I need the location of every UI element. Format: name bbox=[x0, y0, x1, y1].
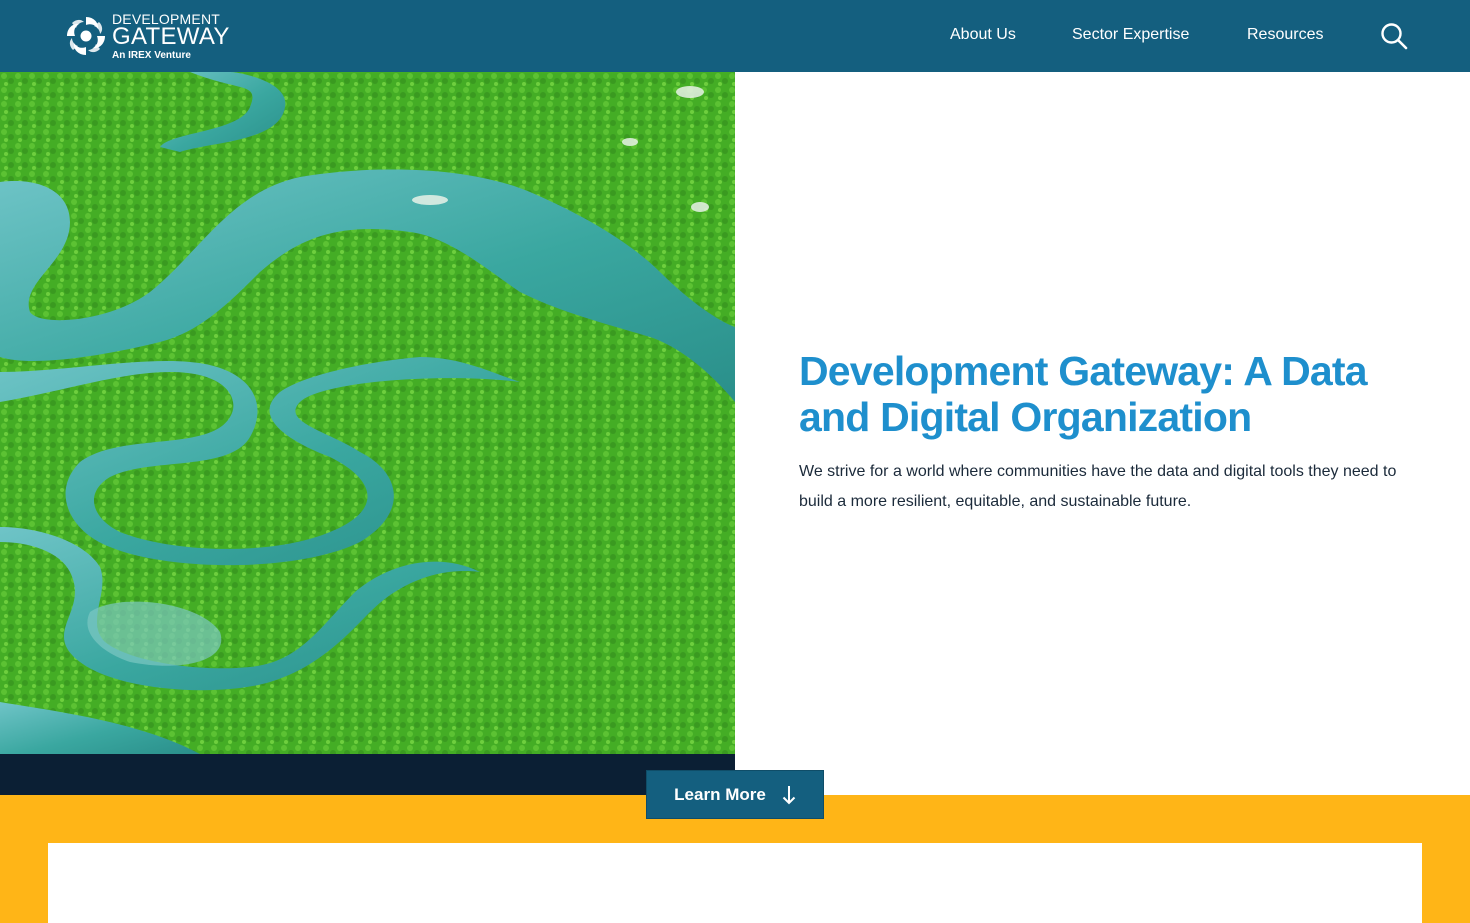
search-icon[interactable] bbox=[1380, 22, 1408, 50]
nav-sector-expertise[interactable]: Sector Expertise bbox=[1072, 26, 1189, 44]
logo-line-irex: An IREX Venture bbox=[112, 49, 191, 61]
nav-resources[interactable]: Resources bbox=[1247, 26, 1323, 44]
learn-more-label: Learn More bbox=[674, 784, 766, 804]
logo-line-gateway: GATEWAY bbox=[112, 22, 230, 50]
hero-title: Development Gateway: A Data and Digital … bbox=[799, 348, 1368, 440]
nav-about-us[interactable]: About Us bbox=[950, 26, 1016, 44]
arrow-down-icon bbox=[782, 785, 796, 804]
hero-image bbox=[0, 72, 735, 754]
learn-more-button[interactable]: Learn More bbox=[646, 770, 824, 819]
content-card bbox=[48, 843, 1422, 923]
site-logo[interactable]: DEVELOPMENT GATEWAY An IREX Venture bbox=[64, 12, 230, 60]
site-header: DEVELOPMENT GATEWAY An IREX Venture Abou… bbox=[0, 0, 1470, 72]
logo-wordmark: DEVELOPMENT GATEWAY An IREX Venture bbox=[112, 12, 230, 61]
pinwheel-logo-icon bbox=[67, 17, 105, 55]
river-mangrove-illustration bbox=[0, 72, 735, 754]
hero-description: We strive for a world where communities … bbox=[799, 463, 1397, 510]
hero-footer-band bbox=[0, 754, 735, 795]
